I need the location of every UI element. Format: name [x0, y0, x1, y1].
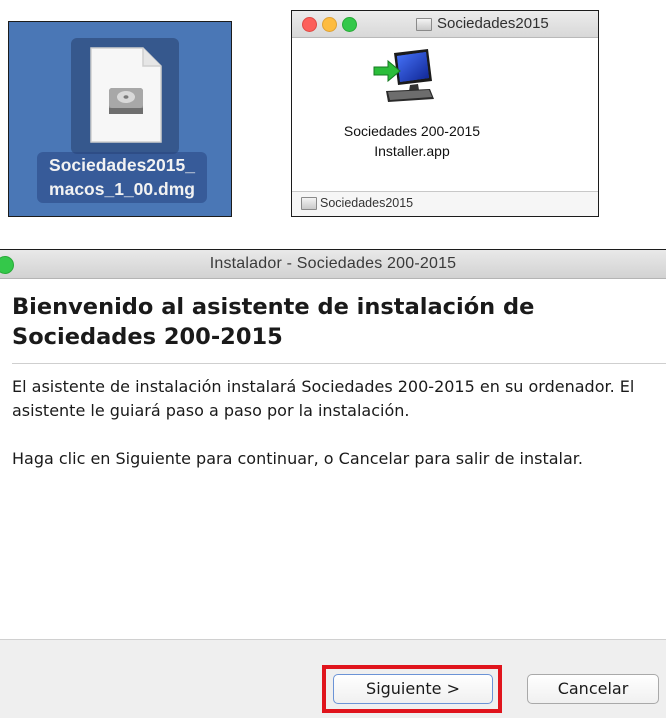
installer-title: Instalador - Sociedades 200-2015	[209, 255, 457, 272]
dmg-filename-label[interactable]: Sociedades2015_ macos_1_00.dmg	[37, 152, 207, 203]
dmg-filename-line1: Sociedades2015_	[49, 155, 195, 175]
welcome-paragraph-2: Haga clic en Siguiente para continuar, o…	[12, 449, 583, 468]
drive-icon	[301, 197, 317, 210]
welcome-heading-line2: Sociedades 200-2015	[12, 324, 283, 350]
disk-image-icon[interactable]	[87, 46, 165, 144]
installer-titlebar[interactable]: Instalador - Sociedades 200-2015	[0, 250, 666, 279]
dmg-panel: Sociedades2015_ macos_1_00.dmg	[8, 21, 232, 217]
welcome-heading: Bienvenido al asistente de instalación d…	[12, 292, 652, 352]
installer-app-label-line1: Sociedades 200-2015	[343, 123, 481, 139]
finder-path-bar: Sociedades2015	[292, 191, 598, 216]
drive-icon	[416, 18, 432, 31]
finder-title: Sociedades2015	[437, 15, 549, 32]
close-button[interactable]	[302, 17, 317, 32]
cancel-button[interactable]: Cancelar	[527, 674, 659, 704]
installer-window: Instalador - Sociedades 200-2015 Bienven…	[0, 249, 666, 718]
installer-app-label[interactable]: Sociedades 200-2015 Installer.app	[308, 121, 516, 161]
button-bar: Siguiente > Cancelar	[0, 639, 666, 718]
minimize-button[interactable]	[322, 17, 337, 32]
finder-titlebar[interactable]: Sociedades2015	[292, 11, 598, 38]
welcome-paragraph-1: El asistente de instalación instalará So…	[12, 377, 635, 420]
heading-divider	[12, 363, 666, 364]
next-button[interactable]: Siguiente >	[333, 674, 493, 704]
welcome-body: El asistente de instalación instalará So…	[12, 375, 660, 495]
zoom-button[interactable]	[342, 17, 357, 32]
path-bar-label[interactable]: Sociedades2015	[320, 196, 413, 210]
dmg-filename-line2: macos_1_00.dmg	[49, 179, 195, 199]
welcome-heading-line1: Bienvenido al asistente de instalación d…	[12, 294, 535, 320]
installer-app-label-line2: Installer.app	[374, 143, 450, 159]
installer-app-icon[interactable]	[372, 47, 436, 105]
finder-window: Sociedades2015 Sociedades 200-2015 Insta…	[291, 10, 599, 217]
